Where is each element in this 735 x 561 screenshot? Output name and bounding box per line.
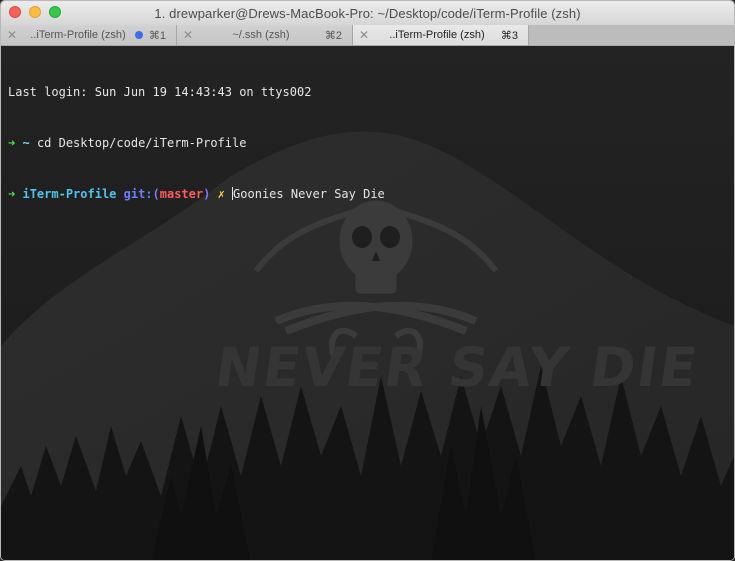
command-text: cd Desktop/code/iTerm-Profile	[36, 136, 247, 150]
tab-label: ..iTerm-Profile (zsh)	[30, 29, 126, 41]
window-title: 1. drewparker@Drews-MacBook-Pro: ~/Deskt…	[154, 5, 581, 21]
dirty-mark-icon: ✗	[217, 187, 225, 201]
terminal-session[interactable]: NEVER SAY DIE Last login: Sun Jun 19 14:…	[1, 46, 734, 560]
command-input[interactable]: Goonies Never Say Die	[233, 187, 385, 201]
tab-close-icon[interactable]: ✕	[3, 28, 21, 42]
prompt-arrow-icon: ➜	[8, 136, 16, 150]
tab-bar: ✕ ..iTerm-Profile (zsh) ⌘1 ✕ ~/.ssh (zsh…	[1, 25, 734, 46]
tab-shortcut: ⌘3	[500, 29, 518, 42]
terminal-window: 1. drewparker@Drews-MacBook-Pro: ~/Deskt…	[0, 0, 735, 561]
command-line-2: ➜ iTerm-Profile git:(master) ✗ Goonies N…	[8, 186, 385, 203]
tab-shortcut: ⌘2	[324, 29, 342, 42]
minimize-window-button[interactable]	[29, 6, 41, 18]
git-branch: master	[159, 187, 204, 201]
tab-shortcut: ⌘1	[148, 29, 166, 42]
command-line-1: ➜ ~ cd Desktop/code/iTerm-Profile	[8, 135, 385, 152]
tab-close-icon[interactable]: ✕	[355, 28, 373, 42]
terminal-output: Last login: Sun Jun 19 14:43:43 on ttys0…	[8, 50, 385, 237]
git-label: git:(	[123, 187, 160, 201]
tab-label: ..iTerm-Profile (zsh)	[389, 29, 485, 41]
tab-1[interactable]: ✕ ..iTerm-Profile (zsh) ⌘1	[1, 25, 177, 45]
maximize-window-button[interactable]	[49, 6, 61, 18]
prompt-dir: ~	[22, 136, 30, 150]
window-controls	[9, 6, 61, 18]
tab-label: ~/.ssh (zsh)	[232, 29, 290, 41]
tab-3[interactable]: ✕ ..iTerm-Profile (zsh) ⌘3	[353, 25, 529, 45]
prompt-dir: iTerm-Profile	[22, 187, 117, 201]
prompt-arrow-icon: ➜	[8, 187, 16, 201]
tab-close-icon[interactable]: ✕	[179, 28, 197, 42]
last-login-line: Last login: Sun Jun 19 14:43:43 on ttys0…	[8, 85, 312, 99]
close-window-button[interactable]	[9, 6, 21, 18]
activity-dot-icon	[134, 31, 143, 39]
tab-2[interactable]: ✕ ~/.ssh (zsh) ⌘2	[177, 25, 353, 45]
watermark-text: NEVER SAY DIE	[211, 336, 703, 399]
tab-bar-empty-area[interactable]	[529, 25, 734, 45]
title-bar[interactable]: 1. drewparker@Drews-MacBook-Pro: ~/Deskt…	[1, 1, 734, 25]
git-label-close: )	[203, 187, 211, 201]
